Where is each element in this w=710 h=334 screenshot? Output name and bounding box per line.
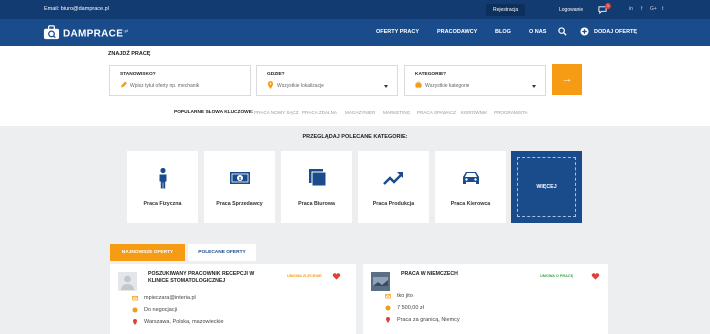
category-label: Praca Sprzedawcy <box>216 201 263 207</box>
position-input[interactable]: Wpisz tytuł oferty np. mechanik <box>130 83 199 89</box>
category-label: Praca Fizyczna <box>143 201 182 207</box>
nav-about[interactable]: O NAS <box>529 29 546 35</box>
facebook-icon[interactable]: f <box>641 6 642 12</box>
more-categories-button[interactable]: WIĘCEJ <box>511 151 582 223</box>
site-logo[interactable]: DAMPRACE.pl <box>63 28 128 39</box>
chevron-down-icon[interactable] <box>532 85 536 88</box>
offer-email[interactable]: mpieczara@interia.pl <box>144 295 196 301</box>
company-logo <box>371 272 390 291</box>
login-link[interactable]: Logowanie <box>559 7 583 13</box>
money-icon: $ <box>230 172 250 184</box>
twitter-icon[interactable]: t <box>662 6 663 12</box>
briefcase-icon <box>415 81 422 88</box>
chevron-down-icon[interactable] <box>384 85 388 88</box>
location-pin-icon <box>386 317 390 323</box>
location-select[interactable]: GDZIE? Wszystkie lokalizacje <box>256 65 398 96</box>
category-card-production[interactable]: Praca Produkcja <box>358 151 429 223</box>
contract-badge: UMOWA ZLECENIE <box>287 274 322 278</box>
tab-newest-offers[interactable]: NAJNOWSZE OFERTY <box>110 244 185 261</box>
contact-email[interactable]: Email: biuro@damprace.pl <box>44 6 109 12</box>
more-label: WIĘCEJ <box>536 184 557 190</box>
category-card-sales[interactable]: $ Praca Sprzedawcy <box>204 151 275 223</box>
top-bar: Email: biuro@damprace.pl Rejestracja Log… <box>0 0 710 19</box>
position-label: STANOWISKO? <box>120 72 156 77</box>
briefcase-logo-icon[interactable] <box>43 24 60 41</box>
category-value: Wszystkie kategorie <box>425 83 470 89</box>
contract-badge: UMOWA O PRACĘ <box>540 274 574 278</box>
nav-blog[interactable]: BLOG <box>495 29 511 35</box>
keywords-label: POPULARNE SŁOWA KLUCZOWE: <box>174 110 254 115</box>
email-icon <box>385 294 391 299</box>
keyword-link[interactable]: PRACA SPAWACZ <box>417 110 456 115</box>
search-icon[interactable] <box>558 27 567 36</box>
linkedin-icon[interactable]: in <box>629 6 633 12</box>
keyword-link[interactable]: MARKETING <box>383 110 410 115</box>
category-select[interactable]: KATEGORIE? Wszystkie kategorie <box>404 65 546 96</box>
location-pin-icon <box>267 81 274 89</box>
offer-location: Warszawa, Polska, mazowieckie <box>144 319 224 325</box>
heart-icon[interactable] <box>591 273 600 280</box>
register-button[interactable]: Rejestracja <box>486 4 526 16</box>
keyword-link[interactable]: PROGRAMISTA <box>494 110 528 115</box>
offer-card[interactable]: POSZUKIWANY PRACOWNIK RECEPCJI W KLINICE … <box>110 264 356 334</box>
trend-icon <box>383 172 403 185</box>
money-icon <box>385 305 391 311</box>
location-pin-icon <box>133 319 137 325</box>
nav-employers[interactable]: PRACODAWCY <box>437 29 477 35</box>
add-offer-button[interactable]: DODAJ OFERTĘ <box>594 29 637 35</box>
money-icon <box>132 307 138 313</box>
nav-job-offers[interactable]: OFERTY PRACY <box>376 29 419 35</box>
category-label: KATEGORIE? <box>415 72 447 77</box>
person-icon <box>159 167 167 189</box>
avatar-placeholder-icon <box>118 272 137 291</box>
keyword-link[interactable]: KIEROWNIK <box>461 110 487 115</box>
email-icon <box>132 296 138 301</box>
pencil-icon <box>120 81 127 88</box>
category-card-office[interactable]: Praca Biurowa <box>281 151 352 223</box>
offer-title[interactable]: PRACA W NIEMCZECH <box>401 271 458 278</box>
search-submit-button[interactable]: → <box>552 64 582 95</box>
keyword-link[interactable]: PRACA NOWY SĄCZ <box>254 110 299 115</box>
add-offer-icon[interactable] <box>580 27 589 36</box>
car-icon <box>463 172 479 184</box>
offer-salary: Do negocjacji <box>144 307 178 313</box>
category-label: Praca Kierowca <box>450 201 491 207</box>
location-value: Wszystkie lokalizacje <box>277 83 324 89</box>
keyword-link[interactable]: PRACA ZDALNA <box>302 110 337 115</box>
message-badge: 1 <box>605 3 611 9</box>
main-nav: DAMPRACE.pl OFERTY PRACY PRACODAWCY BLOG… <box>0 19 710 46</box>
category-card-driver[interactable]: Praca Kierowca <box>435 151 506 223</box>
search-title: ZNAJDŹ PRACĘ <box>108 51 151 57</box>
offer-title[interactable]: POSZUKIWANY PRACOWNIK RECEPCJI W KLINICE … <box>148 271 254 285</box>
offer-location: Praca za granicą, Niemcy <box>397 317 460 323</box>
position-field[interactable]: STANOWISKO? Wpisz tytuł oferty np. mecha… <box>109 65 251 96</box>
location-label: GDZIE? <box>267 72 285 77</box>
offer-email[interactable]: tko jito <box>397 293 413 299</box>
tab-recommended-offers[interactable]: POLECANE OFERTY <box>188 244 256 261</box>
offer-salary: 7 500,00 zł <box>397 305 424 311</box>
heart-icon[interactable] <box>332 273 341 280</box>
offer-card[interactable]: PRACA W NIEMCZECH UMOWA O PRACĘ tko jito… <box>363 264 608 334</box>
keyword-link[interactable]: MAGAZYNIER <box>345 110 375 115</box>
category-label: Praca Biurowa <box>298 201 335 207</box>
categories-title: PRZEGLĄDAJ POLECANE KATEGORIE: <box>302 134 408 140</box>
google-plus-icon[interactable]: G+ <box>650 6 657 12</box>
documents-icon <box>309 169 327 187</box>
category-card-physical[interactable]: Praca Fizyczna <box>127 151 198 223</box>
category-label: Praca Produkcja <box>372 201 415 207</box>
